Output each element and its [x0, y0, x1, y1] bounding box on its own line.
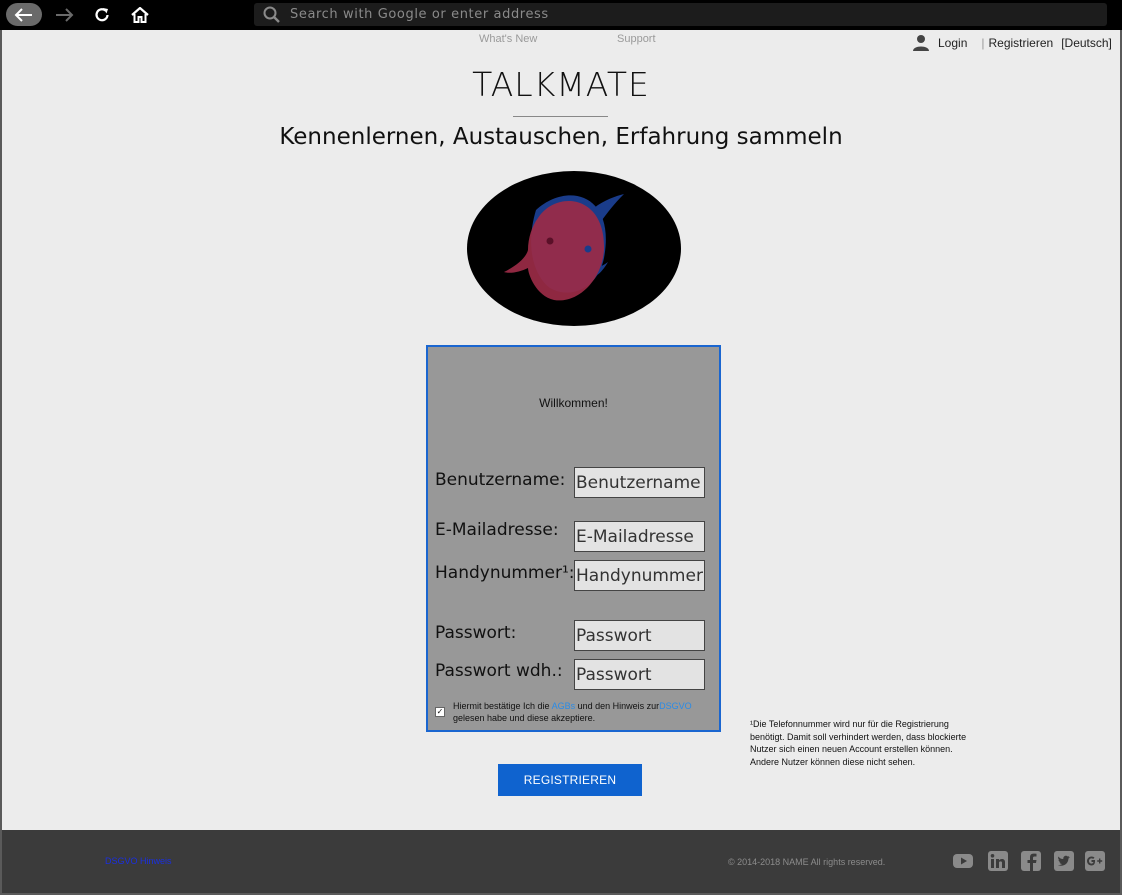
support-link[interactable]: Support — [617, 33, 656, 45]
welcome-text: Willkommen! — [539, 396, 608, 410]
email-field[interactable] — [574, 521, 705, 552]
nav-separator: | — [981, 36, 985, 50]
password-repeat-field[interactable] — [574, 659, 705, 690]
password-repeat-label: Passwort wdh.: — [435, 661, 563, 681]
title-divider — [513, 116, 608, 117]
language-selector[interactable]: [Deutsch] — [1061, 36, 1112, 50]
whats-new-link[interactable]: What's New — [479, 33, 537, 45]
copyright: © 2014-2018 NAME All rights reserved. — [728, 857, 886, 867]
registration-form: Willkommen! Benutzername: E-Mailadresse:… — [426, 345, 721, 732]
consent-checkbox[interactable]: ✓ — [435, 707, 445, 717]
login-link[interactable]: Login — [938, 36, 967, 50]
dsgvo-link[interactable]: DSGVO — [659, 701, 692, 711]
search-icon — [263, 6, 280, 23]
consent-text: Hiermit bestätige Ich die AGBs und den H… — [453, 700, 720, 724]
consent-row: ✓ Hiermit bestätige Ich die AGBs und den… — [435, 700, 720, 724]
footer: DSGVO Hinweis © 2014-2018 NAME All right… — [2, 830, 1120, 893]
page-title: TALKMATE — [472, 65, 650, 104]
youtube-icon[interactable] — [952, 851, 974, 871]
twitter-icon[interactable] — [1053, 851, 1075, 871]
browser-toolbar — [0, 0, 1122, 30]
google-plus-icon[interactable] — [1084, 851, 1106, 871]
forward-button[interactable] — [50, 3, 78, 26]
forward-arrow-icon — [56, 7, 74, 22]
facebook-icon[interactable] — [1020, 851, 1042, 871]
home-icon — [131, 6, 149, 23]
linkedin-icon[interactable] — [987, 851, 1009, 871]
address-input[interactable] — [290, 7, 1070, 22]
phone-label: Handynummer¹: — [435, 563, 575, 583]
dsgvo-notice-link[interactable]: DSGVO Hinweis — [105, 856, 172, 866]
page-content: What's New Support Login | Registrieren … — [2, 30, 1120, 830]
address-bar[interactable] — [254, 3, 1107, 26]
page-subtitle: Kennenlernen, Austauschen, Erfahrung sam… — [279, 124, 843, 150]
consent-text-suffix: gelesen habe und diese akzeptiere. — [453, 713, 596, 723]
phone-field[interactable] — [574, 560, 705, 591]
reload-button[interactable] — [88, 3, 116, 26]
consent-text-middle: und den Hinweis zur — [575, 701, 660, 711]
phone-footnote: ¹Die Telefonnummer wird nur für die Regi… — [750, 719, 967, 767]
user-icon — [913, 35, 929, 51]
register-link[interactable]: Registrieren — [989, 36, 1054, 50]
talkmate-logo — [467, 171, 681, 326]
consent-text-prefix: Hiermit bestätige Ich die — [453, 701, 552, 711]
password-label: Passwort: — [435, 623, 517, 643]
agb-link[interactable]: AGBs — [552, 701, 576, 711]
user-navigation: Login | Registrieren [Deutsch] — [912, 34, 1112, 52]
username-label: Benutzername: — [435, 470, 566, 490]
back-arrow-icon — [14, 7, 32, 22]
password-field[interactable] — [574, 620, 705, 651]
register-button[interactable]: REGISTRIEREN — [498, 764, 642, 796]
username-field[interactable] — [574, 467, 705, 498]
home-button[interactable] — [126, 3, 154, 26]
email-label: E-Mailadresse: — [435, 520, 559, 540]
back-button[interactable] — [6, 3, 42, 26]
reload-icon — [95, 7, 109, 21]
